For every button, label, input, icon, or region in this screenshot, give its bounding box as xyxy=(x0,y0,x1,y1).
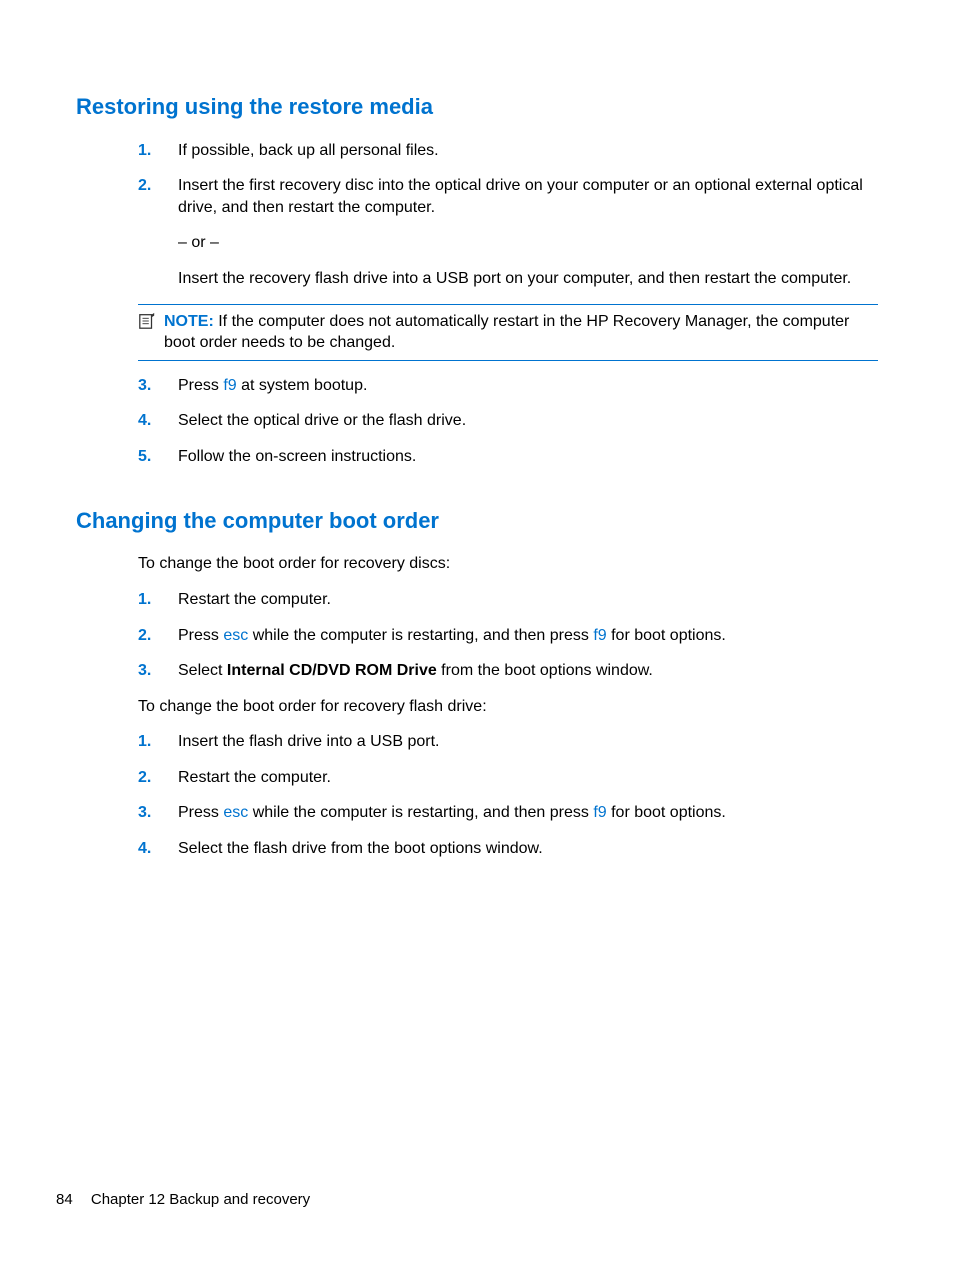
heading-restoring: Restoring using the restore media xyxy=(76,92,878,122)
list-text: while the computer is restarting, and th… xyxy=(248,804,593,821)
list-item: 2. Insert the first recovery disc into t… xyxy=(138,175,878,289)
list-text: from the boot options window. xyxy=(437,662,653,679)
list-text: Select xyxy=(178,662,227,679)
list-text: Insert the recovery flash drive into a U… xyxy=(178,268,878,290)
chapter-label: Chapter 12 Backup and recovery xyxy=(91,1191,310,1208)
list-item: 2. Restart the computer. xyxy=(138,767,878,789)
ordered-list-1: 1. If possible, back up all personal fil… xyxy=(76,140,878,290)
list-item: 5. Follow the on-screen instructions. xyxy=(138,446,878,468)
list-content: Restart the computer. xyxy=(178,589,878,611)
list-text: Press xyxy=(178,627,223,644)
list-item: 1. Insert the flash drive into a USB por… xyxy=(138,731,878,753)
list-text: while the computer is restarting, and th… xyxy=(248,627,593,644)
key-esc: esc xyxy=(223,627,248,644)
list-number: 3. xyxy=(138,660,178,682)
list-number: 5. xyxy=(138,446,178,468)
key-f9: f9 xyxy=(223,377,236,394)
note-body: If the computer does not automatically r… xyxy=(164,313,849,352)
heading-boot-order: Changing the computer boot order xyxy=(76,506,878,536)
list-item: 1. Restart the computer. xyxy=(138,589,878,611)
list-content: Select the flash drive from the boot opt… xyxy=(178,838,878,860)
key-esc: esc xyxy=(223,804,248,821)
ordered-list-3: 1. Insert the flash drive into a USB por… xyxy=(76,731,878,859)
intro-text: To change the boot order for recovery di… xyxy=(76,553,878,575)
intro-text: To change the boot order for recovery fl… xyxy=(76,696,878,718)
list-item: 2. Press esc while the computer is resta… xyxy=(138,625,878,647)
list-content: Follow the on-screen instructions. xyxy=(178,446,878,468)
list-number: 4. xyxy=(138,410,178,432)
list-number: 2. xyxy=(138,625,178,647)
list-number: 1. xyxy=(138,140,178,162)
list-text: at system bootup. xyxy=(237,377,368,394)
list-content: Insert the flash drive into a USB port. xyxy=(178,731,878,753)
list-content: Insert the first recovery disc into the … xyxy=(178,175,878,289)
list-content: If possible, back up all personal files. xyxy=(178,140,878,162)
ordered-list-1b: 3. Press f9 at system bootup. 4. Select … xyxy=(76,375,878,468)
list-content: Press esc while the computer is restarti… xyxy=(178,802,878,824)
list-text: Press xyxy=(178,377,223,394)
list-text: Insert the first recovery disc into the … xyxy=(178,175,878,218)
list-content: Press f9 at system bootup. xyxy=(178,375,878,397)
list-number: 1. xyxy=(138,731,178,753)
key-f9: f9 xyxy=(593,804,606,821)
list-number: 3. xyxy=(138,375,178,397)
note-icon xyxy=(138,312,160,337)
note-box: NOTE: If the computer does not automatic… xyxy=(138,304,878,361)
list-number: 2. xyxy=(138,767,178,789)
list-text: – or – xyxy=(178,232,878,254)
page-number: 84 xyxy=(56,1191,73,1208)
list-item: 4. Select the optical drive or the flash… xyxy=(138,410,878,432)
list-number: 1. xyxy=(138,589,178,611)
list-number: 4. xyxy=(138,838,178,860)
note-text: NOTE: If the computer does not automatic… xyxy=(164,311,878,354)
key-f9: f9 xyxy=(593,627,606,644)
list-item: 4. Select the flash drive from the boot … xyxy=(138,838,878,860)
note-label: NOTE: xyxy=(164,313,214,330)
list-content: Press esc while the computer is restarti… xyxy=(178,625,878,647)
list-number: 2. xyxy=(138,175,178,289)
list-text: for boot options. xyxy=(607,627,726,644)
ordered-list-2: 1. Restart the computer. 2. Press esc wh… xyxy=(76,589,878,682)
list-text: for boot options. xyxy=(607,804,726,821)
page-footer: 84 Chapter 12 Backup and recovery xyxy=(56,1190,310,1210)
list-item: 3. Press esc while the computer is resta… xyxy=(138,802,878,824)
list-content: Select Internal CD/DVD ROM Drive from th… xyxy=(178,660,878,682)
bold-text: Internal CD/DVD ROM Drive xyxy=(227,662,437,679)
list-text: Press xyxy=(178,804,223,821)
list-content: Select the optical drive or the flash dr… xyxy=(178,410,878,432)
list-item: 3. Select Internal CD/DVD ROM Drive from… xyxy=(138,660,878,682)
list-number: 3. xyxy=(138,802,178,824)
list-content: Restart the computer. xyxy=(178,767,878,789)
list-item: 1. If possible, back up all personal fil… xyxy=(138,140,878,162)
list-text: If possible, back up all personal files. xyxy=(178,140,878,162)
list-item: 3. Press f9 at system bootup. xyxy=(138,375,878,397)
